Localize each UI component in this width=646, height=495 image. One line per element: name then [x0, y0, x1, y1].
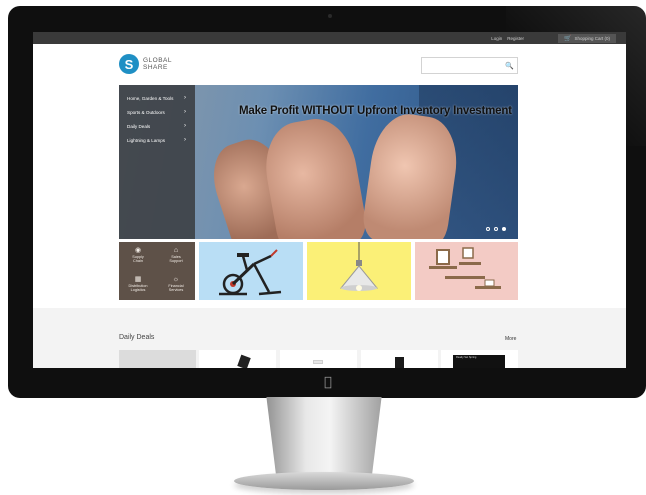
search-icon[interactable]: 🔍 [505, 62, 514, 70]
account-links: Login Register [491, 36, 524, 41]
service-supply-chain[interactable]: ◉ Supply Chain [119, 242, 157, 271]
category-label: Lightning & Lamps [127, 137, 166, 143]
promo-tile-exercise-bike[interactable] [199, 242, 303, 300]
exercise-bike-icon [219, 249, 282, 296]
camera-dot [328, 14, 332, 18]
globe-icon: ◉ [134, 247, 142, 255]
hero-hand-shape [258, 113, 370, 239]
search-input[interactable] [427, 58, 506, 73]
daily-deals-title: Daily Deals [119, 334, 155, 341]
chevron-right-icon: › [184, 109, 186, 115]
services-panel: ◉ Supply Chain ⌂ Sales Support ▦ Distrib… [119, 242, 195, 300]
monitor-bezel: Login Register 🛒 Shopping Cart (0) S GLO… [8, 6, 646, 398]
monitor-stand-neck [266, 397, 382, 475]
chevron-right-icon: › [184, 123, 186, 129]
service-label: Services [168, 288, 184, 293]
product-card[interactable] [199, 350, 276, 368]
register-link[interactable]: Register [507, 36, 524, 41]
category-item-daily-deals[interactable]: Daily Deals › [119, 119, 195, 133]
service-financial[interactable]: ☼ Financial Services [157, 271, 195, 300]
product-image [395, 357, 404, 368]
service-label: Logistics [130, 288, 146, 293]
product-image [313, 360, 323, 364]
chevron-right-icon: › [184, 137, 186, 143]
cart-label: Shopping Cart (0) [574, 35, 610, 41]
category-item-home-garden[interactable]: Home, Garden & Tools › [119, 91, 195, 105]
search-box: 🔍 [421, 57, 518, 74]
product-image [237, 354, 251, 368]
wall-shelf-icon [429, 247, 501, 289]
site-logo[interactable]: S GLOBAL SHARE [119, 54, 172, 74]
logo-line-1: GLOBAL [143, 57, 173, 64]
carousel-dot[interactable] [494, 227, 498, 231]
top-bar: Login Register 🛒 Shopping Cart (0) [33, 32, 626, 44]
product-card[interactable] [280, 350, 357, 368]
bank-icon: ⌂ [173, 247, 179, 255]
category-item-sports[interactable]: Sports & Outdoors › [119, 105, 195, 119]
logo-text: GLOBAL SHARE [143, 57, 172, 71]
product-card[interactable] [361, 350, 438, 368]
category-label: Home, Garden & Tools [127, 95, 174, 101]
more-link[interactable]: More [505, 336, 516, 342]
apple-logo-icon:  [324, 375, 332, 390]
carousel-dot-active[interactable] [502, 227, 506, 231]
carousel-dot[interactable] [486, 227, 490, 231]
service-label: Support [169, 259, 183, 264]
promo-tile-pendant-lamp[interactable] [307, 242, 411, 300]
category-menu: Home, Garden & Tools › Sports & Outdoors… [119, 85, 195, 239]
browser-screen: Login Register 🛒 Shopping Cart (0) S GLO… [33, 32, 626, 368]
product-image-caption: Ready Set Spring [456, 356, 477, 359]
promo-tile-wall-shelves[interactable] [415, 242, 518, 300]
monitor-stand-base [234, 472, 414, 490]
product-card[interactable]: Ready Set Spring [441, 350, 518, 368]
logo-mark-icon: S [119, 54, 139, 74]
login-link[interactable]: Login [491, 36, 502, 41]
building-icon: ▦ [134, 276, 142, 284]
hero-hand-shape [360, 109, 463, 239]
service-label: Chain [133, 259, 143, 264]
lightbulb-icon: ☼ [172, 276, 180, 284]
category-item-lamps[interactable]: Lightning & Lamps › [119, 133, 195, 147]
category-label: Sports & Outdoors [127, 109, 165, 115]
logo-line-2: SHARE [143, 64, 168, 71]
service-sales-support[interactable]: ⌂ Sales Support [157, 242, 195, 271]
pendant-lamp-icon [339, 242, 379, 291]
service-distribution-logistics[interactable]: ▦ Distribution Logistics [119, 271, 157, 300]
hero-title: Make Profit WITHOUT Upfront Inventory In… [239, 105, 512, 117]
product-card[interactable] [119, 350, 196, 368]
chevron-right-icon: › [184, 95, 186, 101]
shopping-cart-button[interactable]: 🛒 Shopping Cart (0) [557, 33, 616, 43]
cart-icon: 🛒 [563, 35, 572, 42]
carousel-dots [486, 227, 506, 231]
category-label: Daily Deals [127, 123, 151, 129]
